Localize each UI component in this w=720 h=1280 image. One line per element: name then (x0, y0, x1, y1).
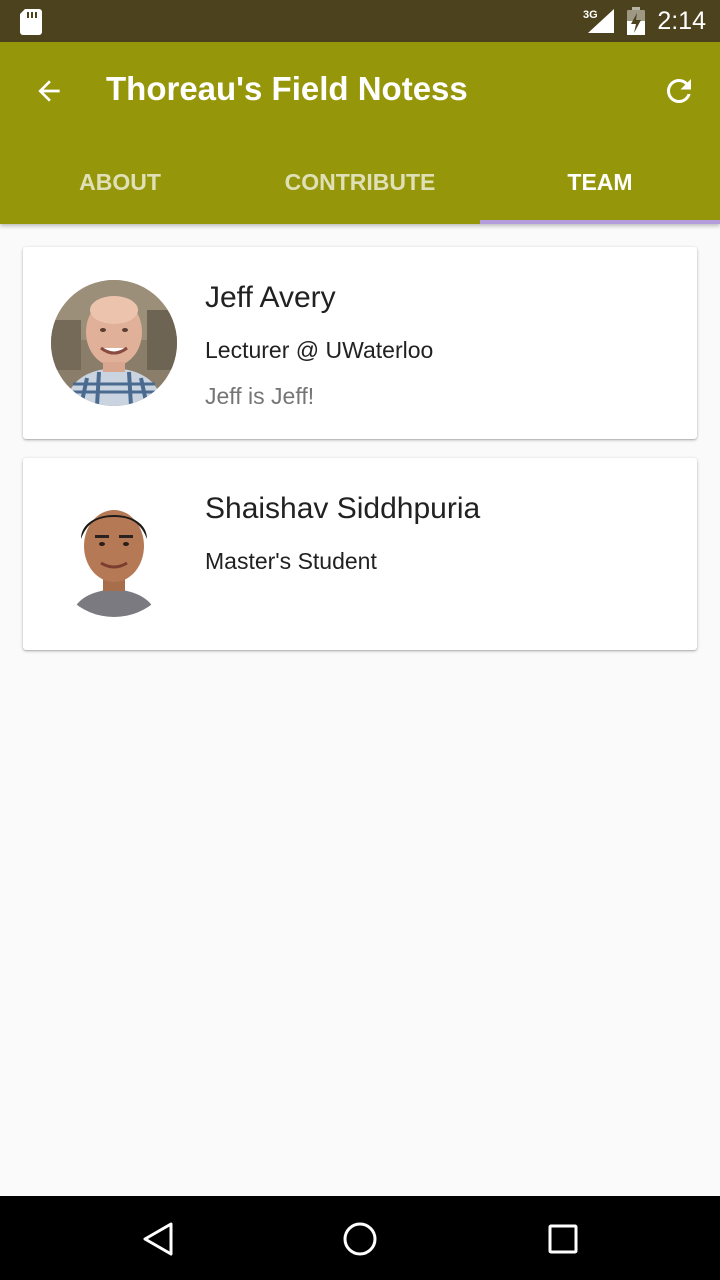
team-member-card[interactable]: Jeff Avery Lecturer @ UWaterloo Jeff is … (23, 247, 697, 439)
member-bio: Jeff is Jeff! (205, 383, 315, 409)
refresh-icon (667, 79, 691, 103)
battery-charging-icon (627, 7, 645, 35)
sd-card-icon (20, 9, 42, 35)
system-nav-bar (0, 1196, 720, 1280)
page-title: Thoreau's Field Notess (106, 70, 468, 107)
tab-about[interactable]: ABOUT (0, 140, 240, 224)
nav-home-button[interactable] (335, 1214, 385, 1264)
signal-icon (588, 9, 614, 33)
tab-team[interactable]: TEAM (480, 140, 720, 224)
member-name: Jeff Avery (205, 281, 336, 314)
tab-bar: ABOUT CONTRIBUTE TEAM (0, 140, 720, 224)
tab-contribute[interactable]: CONTRIBUTE (240, 140, 480, 224)
nav-home-icon (343, 1222, 377, 1256)
team-member-card[interactable]: Shaishav Siddhpuria Master's Student (23, 458, 697, 650)
nav-back-icon (143, 1222, 173, 1256)
nav-recents-icon (548, 1224, 578, 1254)
nav-recents-button[interactable] (538, 1214, 588, 1264)
clock: 2:14 (657, 7, 706, 35)
member-name: Shaishav Siddhpuria (205, 492, 481, 525)
member-role: Lecturer @ UWaterloo (205, 337, 434, 363)
app-bar: Thoreau's Field Notess ABOUT CONTRIBUTE … (0, 42, 720, 224)
avatar (51, 491, 177, 617)
status-bar: 3G 2:14 (0, 0, 720, 42)
member-role: Master's Student (205, 548, 377, 574)
arrow-back-icon (38, 80, 60, 102)
refresh-button[interactable] (654, 66, 704, 116)
nav-back-button[interactable] (133, 1214, 183, 1264)
avatar (51, 280, 177, 406)
back-button[interactable] (24, 66, 74, 116)
